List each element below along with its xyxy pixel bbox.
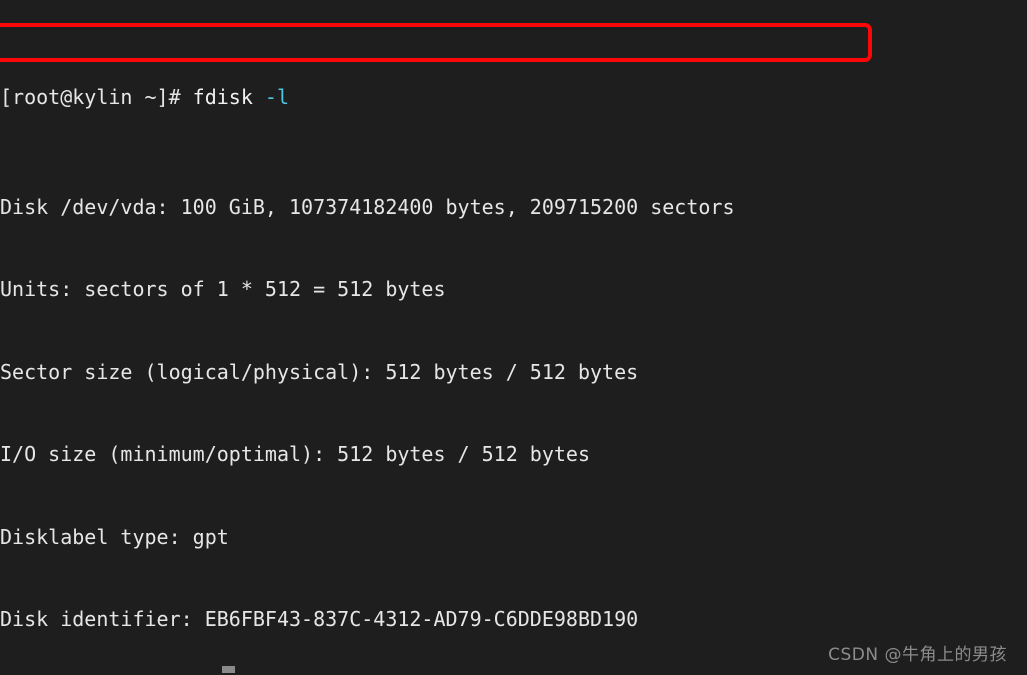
command-argument: -l [252,84,289,109]
terminal-output: [root@kylin ~]# fdisk -l Disk /dev/vda: … [0,0,1027,675]
output-line-io-size-vda: I/O size (minimum/optimal): 512 bytes / … [0,442,591,466]
command-fdisk: fdisk [192,84,253,109]
output-line-units-vda: Units: sectors of 1 * 512 = 512 bytes [0,277,446,301]
output-line-disk-identifier: Disk identifier: EB6FBF43-837C-4312-AD79… [0,607,639,631]
terminal-window[interactable]: [root@kylin ~]# fdisk -l Disk /dev/vda: … [0,0,1027,675]
output-line-disk-vda-header: Disk /dev/vda: 100 GiB, 107374182400 byt… [0,194,735,219]
prompt-line: [root@kylin ~]# fdisk -l [0,84,1027,112]
text-cursor [222,666,235,673]
csdn-watermark: CSDN @牛角上的男孩 [828,644,1007,665]
output-line-disklabel-type: Disklabel type: gpt [0,524,229,549]
shell-prompt: [root@kylin ~]# [0,84,193,109]
output-line-sector-size-vda: Sector size (logical/physical): 512 byte… [0,359,639,384]
